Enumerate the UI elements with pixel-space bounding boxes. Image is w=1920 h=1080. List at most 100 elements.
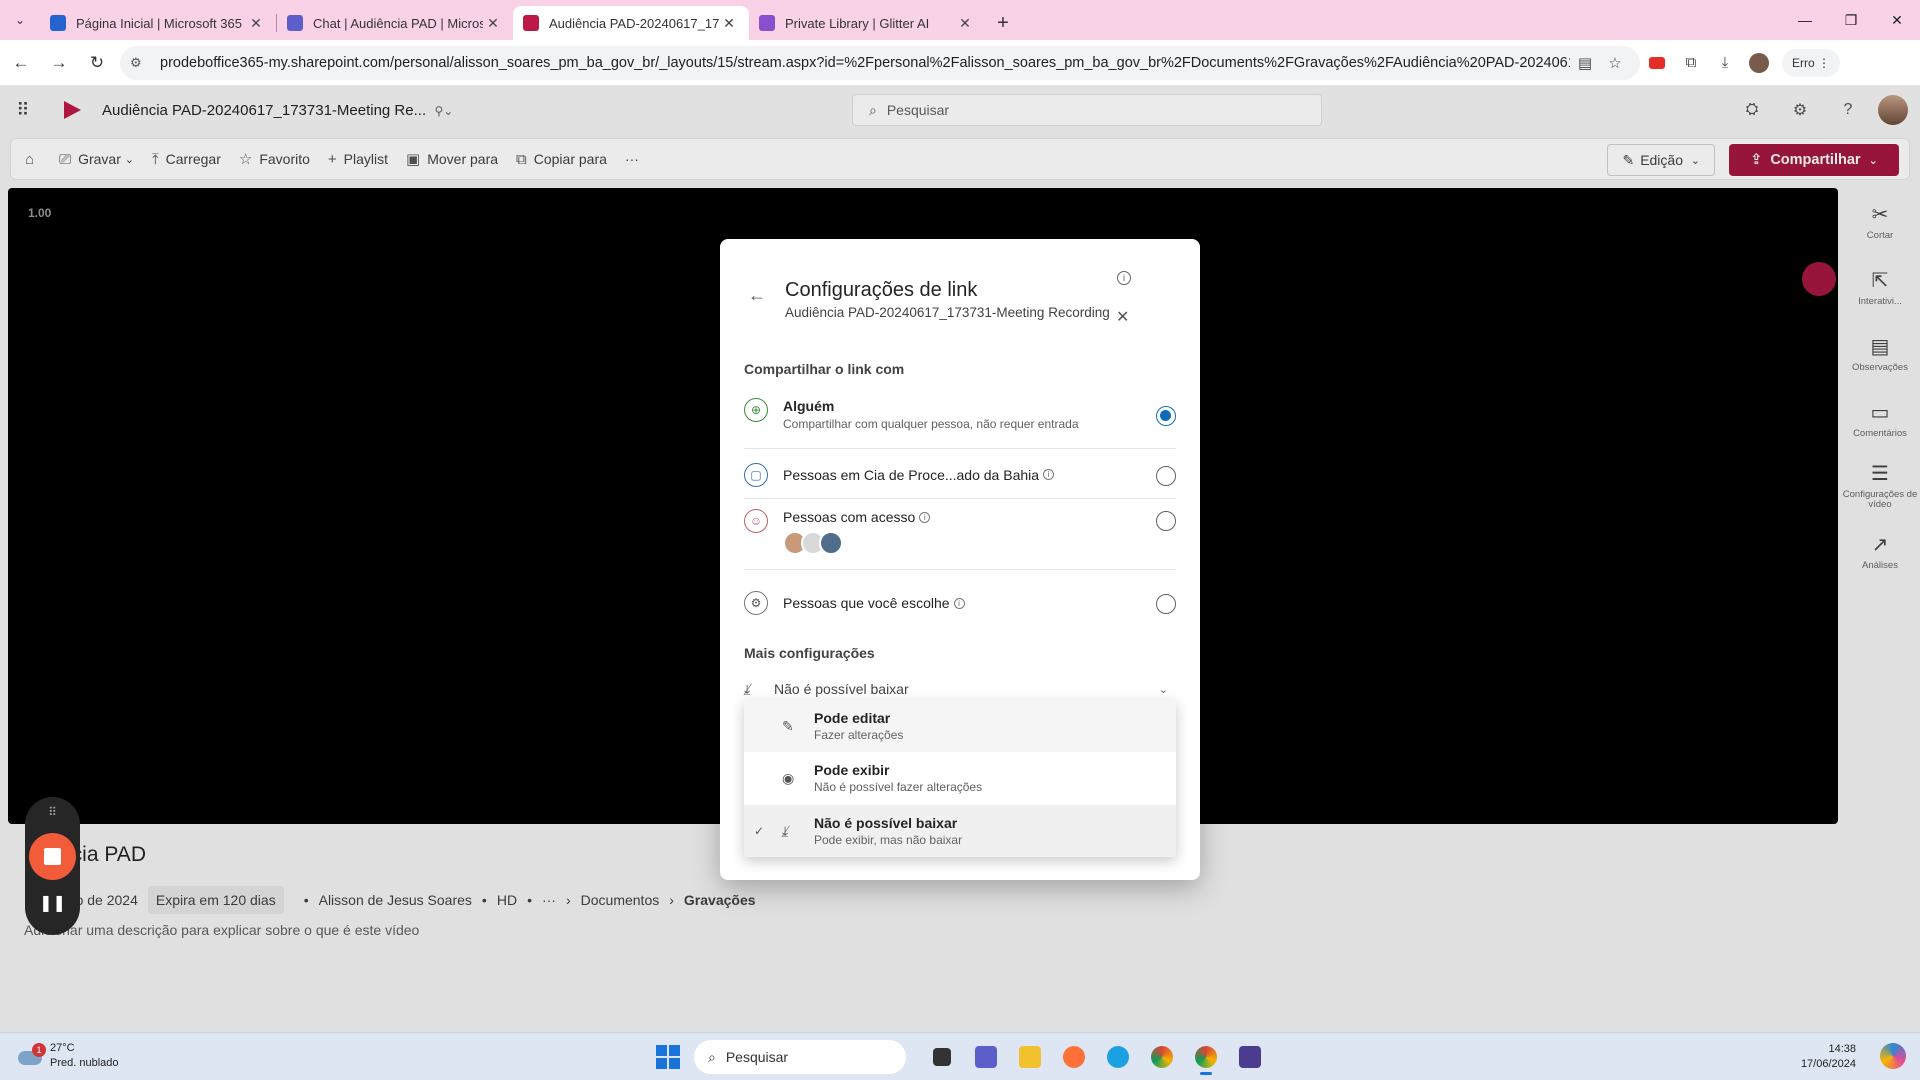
browser-tab-stream[interactable]: Audiência PAD-20240617_173731-Meeting Re… — [513, 6, 749, 40]
stream-favicon-icon — [523, 15, 539, 31]
windows-start-icon[interactable] — [656, 1045, 680, 1069]
firefox-icon[interactable] — [1054, 1039, 1094, 1075]
radio-people-with-access[interactable] — [1156, 511, 1176, 531]
checkmark-icon: ✓ — [754, 824, 765, 838]
pause-recording-icon[interactable]: ❚❚ — [25, 893, 80, 913]
option-anyone[interactable]: ⊕ Alguém Compartilhar com qualquer pesso… — [744, 398, 1176, 449]
error-label: Erro — [1792, 55, 1815, 70]
menu-item-desc: Não é possível fazer alterações — [814, 780, 983, 794]
system-clock[interactable]: 14:38 17/06/2024 — [1801, 1042, 1856, 1072]
close-window-icon[interactable]: ✕ — [1874, 0, 1920, 40]
drag-handle-icon[interactable]: ⠿ — [25, 805, 80, 819]
browser-tab-teams[interactable]: Chat | Audiência PAD | Microsoft Teams ✕ — [277, 6, 513, 40]
notification-badge: 1 — [32, 1043, 46, 1057]
m365-favicon-icon — [50, 15, 66, 31]
back-arrow-icon[interactable]: ← — [4, 46, 38, 80]
teams-favicon-icon — [287, 15, 303, 31]
forward-arrow-icon[interactable]: → — [42, 46, 76, 80]
permission-menu: ✎ Pode editar Fazer alterações ◉ Pode ex… — [744, 700, 1176, 857]
weather-widget[interactable]: 1 27°C Pred. nublado — [18, 1041, 119, 1071]
menu-item-can-view[interactable]: ◉ Pode exibir Não é possível fazer alter… — [744, 752, 1176, 804]
extensions-puzzle-icon[interactable]: ⧉ — [1674, 46, 1708, 80]
link-settings-dialog: ← Configurações de link Audiência PAD-20… — [720, 239, 1200, 880]
address-bar[interactable]: ⚙ prodeboffice365-my.sharepoint.com/pers… — [120, 45, 1640, 80]
tab-search-chevron-icon[interactable]: ⌄ — [0, 0, 40, 40]
minimize-icon[interactable]: — — [1782, 0, 1828, 40]
menu-item-label: Pode editar — [814, 710, 891, 726]
browser-toolbar: ← → ↻ ⚙ prodeboffice365-my.sharepoint.co… — [0, 40, 1920, 86]
info-icon[interactable]: i — [1117, 271, 1131, 285]
permission-selected-value: Não é possível baixar — [774, 681, 909, 697]
file-explorer-icon[interactable] — [1010, 1039, 1050, 1075]
info-icon[interactable]: i — [1043, 469, 1055, 480]
eye-icon: ◉ — [782, 769, 795, 786]
clock-time: 14:38 — [1828, 1043, 1856, 1055]
taskbar-search[interactable]: ⌕ Pesquisar — [694, 1040, 906, 1074]
close-icon[interactable]: ✕ — [1116, 307, 1129, 327]
option-label: Pessoas em Cia de Proce...ado da Bahia — [783, 466, 1040, 483]
close-tab-icon[interactable]: ✕ — [955, 15, 975, 32]
downloads-icon[interactable]: ⤓ — [1708, 46, 1742, 80]
share-with-header: Compartilhar o link com — [744, 361, 905, 377]
chrome-icon[interactable] — [1142, 1039, 1182, 1075]
building-icon: ▢ — [744, 462, 768, 487]
new-tab-plus-icon[interactable]: + — [985, 6, 1021, 40]
windows-taskbar: 1 27°C Pred. nublado ⌕ Pesquisar 14:38 1… — [0, 1032, 1920, 1080]
browser-tab-m365[interactable]: Página Inicial | Microsoft 365 ✕ — [40, 6, 276, 40]
dialog-title: Configurações de link — [785, 279, 978, 301]
chevron-down-icon: ⌄ — [1158, 683, 1168, 696]
teams-icon[interactable] — [966, 1039, 1006, 1075]
back-arrow-icon[interactable]: ← — [748, 285, 766, 306]
menu-item-can-edit[interactable]: ✎ Pode editar Fazer alterações — [744, 700, 1176, 752]
browser-tab-strip: ⌄ Página Inicial | Microsoft 365 ✕ Chat … — [0, 0, 1920, 40]
restore-icon[interactable]: ❐ — [1828, 0, 1874, 40]
screen-recorder-app-icon[interactable] — [1230, 1039, 1270, 1075]
person-icon: ☺ — [744, 509, 768, 533]
youtube-extension-icon[interactable] — [1640, 46, 1674, 80]
browser-tab-glitter[interactable]: Private Library | Glitter AI ✕ — [749, 6, 985, 40]
taskbar-search-placeholder: Pesquisar — [725, 1049, 789, 1065]
close-tab-icon[interactable]: ✕ — [246, 15, 266, 32]
access-facepile — [783, 531, 1156, 555]
reading-mode-icon[interactable]: ▤ — [1570, 54, 1600, 72]
dialog-subtitle: Audiência PAD-20240617_173731-Meeting Re… — [785, 305, 1110, 320]
radio-anyone[interactable] — [1156, 406, 1176, 426]
copilot-icon[interactable] — [1880, 1043, 1906, 1069]
option-label: Pessoas que você escolhe — [783, 595, 950, 611]
radio-organization[interactable] — [1156, 465, 1176, 486]
task-view-icon[interactable] — [922, 1039, 962, 1075]
bookmark-star-icon[interactable]: ☆ — [1600, 54, 1630, 72]
profile-avatar-icon[interactable] — [1742, 46, 1776, 80]
edge-icon[interactable] — [1098, 1039, 1138, 1075]
menu-item-desc: Pode exibir, mas não baixar — [814, 833, 963, 847]
tab-title: Audiência PAD-20240617_173731-Meeting Re… — [549, 15, 719, 31]
radio-specific-people[interactable] — [1156, 594, 1176, 614]
menu-item-cannot-download[interactable]: ✓ ⤓̸ Não é possível baixar Pode exibir, … — [744, 805, 1176, 857]
no-download-icon: ⤓̸ — [744, 680, 751, 697]
browser-error-button[interactable]: Erro ⋮ — [1782, 48, 1841, 77]
reload-icon[interactable]: ↻ — [80, 46, 114, 80]
option-people-with-access[interactable]: ☺ Pessoas com acesso i — [744, 509, 1176, 570]
menu-item-label: Pode exibir — [814, 762, 890, 778]
option-label: Alguém — [783, 398, 835, 414]
tab-title: Chat | Audiência PAD | Microsoft Teams — [313, 15, 483, 31]
permission-dropdown[interactable]: ⤓̸ Não é possível baixar ⌄ — [744, 676, 1176, 702]
site-info-icon[interactable]: ⚙ — [130, 55, 152, 71]
clock-date: 17/06/2024 — [1800, 1058, 1856, 1070]
option-label: Pessoas com acesso — [783, 509, 916, 525]
info-icon[interactable]: i — [953, 597, 965, 609]
chrome-profile-icon[interactable] — [1186, 1039, 1226, 1075]
url-text[interactable]: prodeboffice365-my.sharepoint.com/person… — [160, 55, 1570, 71]
pencil-icon: ✎ — [782, 717, 794, 734]
stop-recording-button[interactable] — [29, 833, 76, 880]
menu-item-label: Não é possível baixar — [814, 815, 958, 831]
close-tab-icon[interactable]: ✕ — [483, 15, 503, 32]
tab-title: Private Library | Glitter AI — [785, 15, 930, 31]
close-tab-icon[interactable]: ✕ — [719, 15, 739, 32]
person-settings-icon: ⚙ — [744, 591, 768, 615]
option-specific-people[interactable]: ⚙ Pessoas que você escolhe i — [744, 579, 1176, 627]
menu-item-desc: Fazer alterações — [814, 728, 904, 742]
info-icon[interactable]: i — [919, 511, 931, 523]
option-organization[interactable]: ▢ Pessoas em Cia de Proce...ado da Bahia… — [744, 451, 1176, 499]
avatar — [819, 531, 843, 555]
